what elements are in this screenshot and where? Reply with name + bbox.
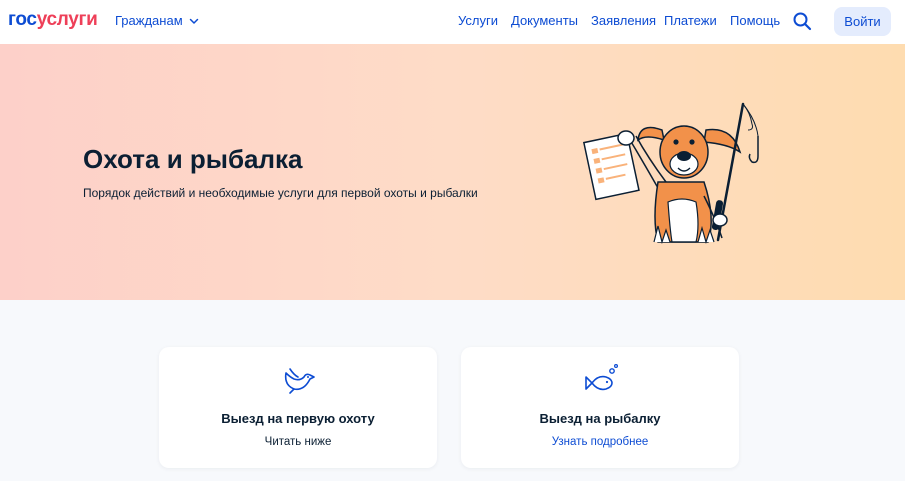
card-link-learn-more[interactable]: Узнать подробнее — [461, 436, 739, 448]
logo-part-gos: гос — [8, 9, 37, 30]
audience-label: Гражданам — [115, 13, 183, 28]
gosuslugi-logo[interactable]: госуслуги — [8, 9, 98, 31]
chevron-down-icon — [189, 18, 198, 24]
hero-banner: Охота и рыбалка Порядок действий и необх… — [0, 44, 905, 300]
nav-payments[interactable]: Платежи — [664, 13, 717, 28]
nav-applications[interactable]: Заявления — [591, 13, 656, 28]
login-button[interactable]: Войти — [834, 7, 891, 36]
dog-illustration — [582, 102, 759, 245]
card-title: Выезд на рыбалку — [539, 411, 661, 426]
card-first-hunting[interactable]: Выезд на первую охоту Читать ниже — [159, 347, 437, 468]
card-fishing-trip[interactable]: Выезд на рыбалку Узнать подробнее — [461, 347, 739, 468]
page-subtitle: Порядок действий и необходимые услуги дл… — [83, 186, 478, 200]
site-header: госуслуги Гражданам Услуги Документы Зая… — [0, 0, 905, 44]
nav-services[interactable]: Услуги — [458, 13, 498, 28]
content-section: Выезд на первую охоту Читать ниже Выезд … — [0, 300, 905, 481]
audience-selector[interactable]: Гражданам — [115, 13, 199, 28]
nav-documents[interactable]: Документы — [511, 13, 578, 28]
nav-help[interactable]: Помощь — [730, 13, 780, 28]
card-title: Выезд на первую охоту — [221, 411, 375, 426]
bird-icon — [284, 368, 315, 394]
page-title: Охота и рыбалка — [83, 144, 303, 174]
logo-part-uslugi: услуги — [36, 9, 98, 30]
search-icon[interactable] — [792, 11, 812, 31]
card-link-read-below[interactable]: Читать ниже — [159, 436, 437, 448]
fish-icon — [585, 364, 618, 391]
